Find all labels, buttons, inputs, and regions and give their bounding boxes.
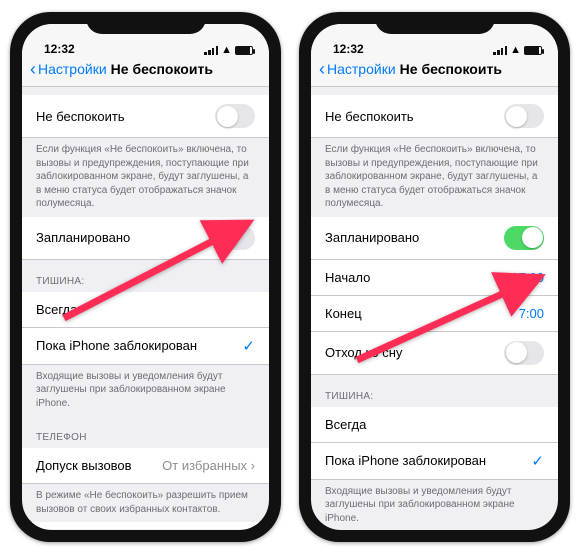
wifi-icon: ▲ [510, 44, 521, 56]
scheduled-label: Запланировано [325, 230, 419, 245]
status-right: ▲ [204, 44, 253, 56]
silence-always-row[interactable]: Всегда [311, 407, 558, 443]
settings-list[interactable]: Не беспокоить Если функция «Не беспокоит… [22, 87, 269, 529]
silence-header: ТИШИНА: [311, 375, 558, 407]
silence-locked-row[interactable]: Пока iPhone заблокирован ✓ [22, 328, 269, 365]
allow-calls-value: От избранных › [162, 458, 255, 473]
notch [86, 12, 206, 34]
battery-icon [524, 46, 542, 55]
dnd-toggle[interactable] [215, 104, 255, 128]
silence-always-label: Всегда [36, 302, 77, 317]
phone-header: ТЕЛЕФОН [22, 416, 269, 448]
checkmark-icon: ✓ [242, 337, 255, 355]
dnd-label: Не беспокоить [36, 109, 125, 124]
scheduled-toggle[interactable] [215, 226, 255, 250]
bedtime-row[interactable]: Отход ко сну [311, 332, 558, 375]
end-time-row[interactable]: Конец 7:00 [311, 296, 558, 332]
battery-icon [235, 46, 253, 55]
dnd-toggle[interactable] [504, 104, 544, 128]
scheduled-label: Запланировано [36, 230, 130, 245]
phone-left: 12:32 ▲ ‹ Настройки Не беспокоить Не бес… [10, 12, 281, 542]
bedtime-label: Отход ко сну [325, 345, 402, 360]
dnd-row[interactable]: Не беспокоить [311, 95, 558, 138]
screen-right: 12:32 ▲ ‹ Настройки Не беспокоить Не бес… [311, 24, 558, 530]
dnd-row[interactable]: Не беспокоить [22, 95, 269, 138]
start-label: Начало [325, 270, 370, 285]
silence-locked-label: Пока iPhone заблокирован [36, 338, 197, 353]
back-label: Настройки [327, 61, 396, 77]
start-time-row[interactable]: Начало 17:00 [311, 260, 558, 296]
start-value: 17:00 [511, 270, 544, 285]
status-time: 12:32 [333, 42, 364, 56]
repeat-calls-row[interactable]: Повторные вызовы [22, 522, 269, 529]
wifi-icon: ▲ [221, 44, 232, 56]
back-button[interactable]: ‹ Настройки [319, 60, 396, 78]
chevron-left-icon: ‹ [30, 60, 36, 78]
notch [375, 12, 495, 34]
status-right: ▲ [493, 44, 542, 56]
scheduled-row[interactable]: Запланировано [22, 217, 269, 260]
screen-left: 12:32 ▲ ‹ Настройки Не беспокоить Не бес… [22, 24, 269, 530]
phone-right: 12:32 ▲ ‹ Настройки Не беспокоить Не бес… [299, 12, 570, 542]
allow-calls-label: Допуск вызовов [36, 458, 132, 473]
nav-bar: ‹ Настройки Не беспокоить [311, 56, 558, 87]
checkmark-icon: ✓ [531, 452, 544, 470]
signal-icon [204, 46, 218, 55]
back-button[interactable]: ‹ Настройки [30, 60, 107, 78]
status-time: 12:32 [44, 42, 75, 56]
dnd-note: Если функция «Не беспокоить» включена, т… [22, 138, 269, 217]
dnd-label: Не беспокоить [325, 109, 414, 124]
settings-list[interactable]: Не беспокоить Если функция «Не беспокоит… [311, 87, 558, 529]
allow-calls-row[interactable]: Допуск вызовов От избранных › [22, 448, 269, 484]
bedtime-toggle[interactable] [504, 341, 544, 365]
dnd-note: Если функция «Не беспокоить» включена, т… [311, 138, 558, 217]
back-label: Настройки [38, 61, 107, 77]
silence-always-label: Всегда [325, 417, 366, 432]
silence-always-row[interactable]: Всегда [22, 292, 269, 328]
end-label: Конец [325, 306, 362, 321]
allow-calls-note: В режиме «Не беспокоить» разрешить прием… [22, 484, 269, 522]
scheduled-row[interactable]: Запланировано [311, 217, 558, 260]
silence-header: ТИШИНА: [22, 260, 269, 292]
silence-note: Входящие вызовы и уведомления будут загл… [311, 480, 558, 530]
chevron-left-icon: ‹ [319, 60, 325, 78]
scheduled-toggle[interactable] [504, 226, 544, 250]
end-value: 7:00 [519, 306, 544, 321]
nav-bar: ‹ Настройки Не беспокоить [22, 56, 269, 87]
nav-title: Не беспокоить [400, 61, 502, 77]
nav-title: Не беспокоить [111, 61, 213, 77]
signal-icon [493, 46, 507, 55]
silence-locked-label: Пока iPhone заблокирован [325, 453, 486, 468]
silence-locked-row[interactable]: Пока iPhone заблокирован ✓ [311, 443, 558, 480]
silence-note: Входящие вызовы и уведомления будут загл… [22, 365, 269, 417]
